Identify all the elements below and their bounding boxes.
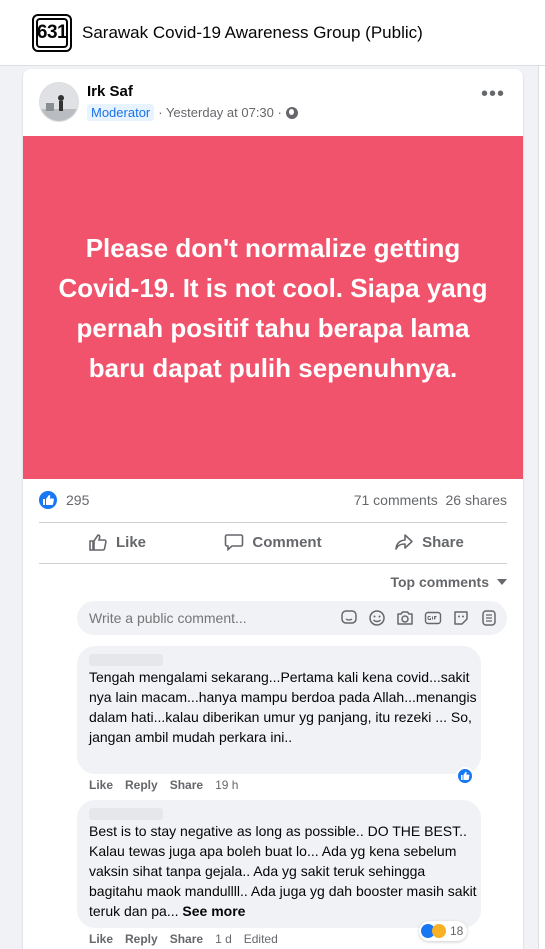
divider [39,522,507,523]
sort-label: Top comments [390,574,489,590]
like-reaction-icon[interactable] [456,767,474,785]
reaction-count[interactable]: 295 [66,492,89,508]
comment-sort-dropdown[interactable]: Top comments [390,574,507,590]
comment-composer[interactable] [77,601,507,635]
comment-reply-button[interactable]: Reply [125,778,158,792]
group-avatar-text: 631 [36,18,68,48]
comment-reactions[interactable]: 18 [419,921,468,941]
comment-item: Best is to stay negative as long as poss… [77,800,481,928]
post-meta: Moderator · Yesterday at 07:30 · [87,104,298,121]
comment-actions: Like Reply Share 1 d Edited [89,932,278,946]
comment-label: Comment [252,533,322,551]
comment-input[interactable] [89,610,329,626]
share-button[interactable]: Share [351,524,507,560]
avatar-sticker-icon[interactable] [339,609,359,627]
comment-actions: Like Reply Share 19 h [89,778,238,792]
sticker-icon[interactable] [451,609,471,627]
comment-time[interactable]: 1 d [215,932,232,946]
author-name[interactable]: Irk Saf [87,83,133,100]
share-icon [395,534,413,550]
comment-share-button[interactable]: Share [170,932,203,946]
see-more-link[interactable]: See more [182,903,245,919]
post-actions: Like Comment Share [39,524,507,560]
post-timestamp[interactable]: · Yesterday at 07:30 · [158,105,282,120]
divider [39,563,507,564]
globe-icon [285,106,298,119]
emoji-icon[interactable] [367,609,387,627]
comment-text-body: Best is to stay negative as long as poss… [89,823,477,919]
comment-author-redacted [89,654,163,666]
comment-like-button[interactable]: Like [89,932,113,946]
comment-item: Tengah mengalami sekarang...Pertama kali… [77,646,481,774]
comment-reply-button[interactable]: Reply [125,932,158,946]
comment-time[interactable]: 19 h [215,778,238,792]
group-header-bar: 631 Sarawak Covid-19 Awareness Group (Pu… [0,0,545,66]
group-title[interactable]: Sarawak Covid-19 Awareness Group (Public… [82,23,423,43]
comments-shares-count[interactable]: 71 comments 26 shares [354,492,507,508]
care-reaction-icon [432,924,446,938]
comment-icon [225,534,244,551]
share-label: Share [422,533,464,551]
adjacent-panel-edge [538,66,545,949]
like-label: Like [115,533,146,551]
gif-icon[interactable] [423,609,443,627]
comment-like-button[interactable]: Like [89,778,113,792]
comment-reaction-count: 18 [450,924,464,938]
composer-tools [339,609,499,627]
like-reaction-icon[interactable] [39,491,57,509]
thumbs-up-icon [89,534,107,551]
camera-icon[interactable] [395,609,415,627]
post-card: Irk Saf Moderator · Yesterday at 07:30 ·… [23,69,523,949]
post-text: Please don't normalize getting Covid-19.… [58,232,488,383]
moderator-badge[interactable]: Moderator [87,104,155,121]
comment-text: Tengah mengalami sekarang...Pertama kali… [89,669,477,745]
comment-text: Best is to stay negative as long as poss… [89,821,477,921]
edited-label: Edited [243,932,278,946]
comment-share-button[interactable]: Share [170,778,203,792]
group-avatar[interactable]: 631 [32,14,72,52]
comment-button[interactable]: Comment [195,524,351,560]
like-button[interactable]: Like [39,524,195,560]
avatar-icon[interactable] [479,609,499,627]
more-options-icon[interactable]: ••• [481,84,505,104]
comment-author-redacted [89,808,163,820]
post-banner: Please don't normalize getting Covid-19.… [23,136,523,479]
post-stats: 295 71 comments 26 shares [39,491,507,511]
author-avatar[interactable] [39,82,79,122]
caret-down-icon [497,579,507,585]
